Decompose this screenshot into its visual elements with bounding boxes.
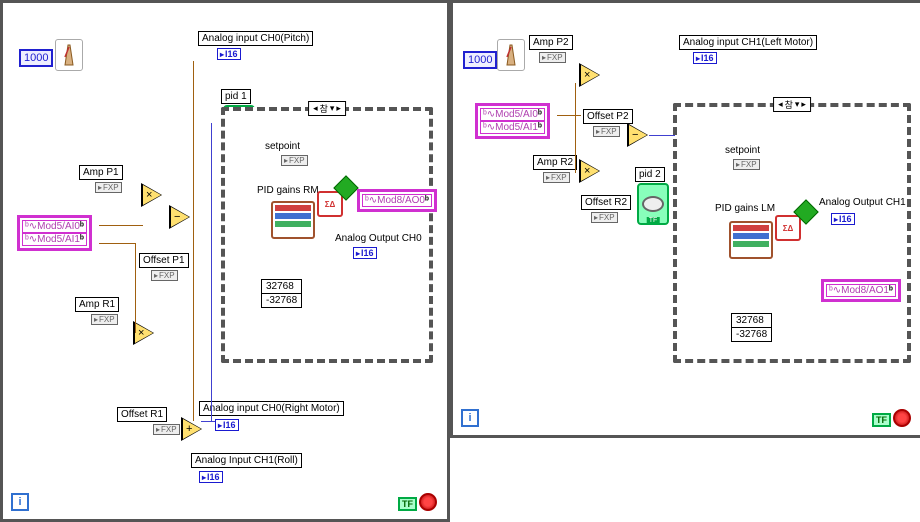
io-mod5-ai0: ᵇ∿Mod5/AI0ᵇ <box>22 220 87 233</box>
pid-gains-vi[interactable] <box>729 221 773 259</box>
i16-indicator: I16 <box>693 52 717 64</box>
chevron-down-icon[interactable]: ▾ <box>795 99 800 110</box>
case-value: 참 <box>785 98 793 111</box>
subtract-op-p: − <box>171 207 189 227</box>
case-structure-left: ◂ 참 ▾ ▸ setpoint FXP PID gains RM ΣΔ ᵇ∿M… <box>221 107 433 363</box>
multiply-op-p1: × <box>143 185 161 205</box>
add-op-r: + <box>183 419 201 439</box>
pid2-boolean-control[interactable]: TF <box>637 183 669 225</box>
pid2-label: pid 2 <box>635 167 665 182</box>
io-mod5-ai0: ᵇ∿Mod5/AI0ᵇ <box>480 108 545 121</box>
case-value: 참 <box>320 102 328 115</box>
i16-indicator: I16 <box>831 213 855 225</box>
range-lo: -32768 <box>262 294 301 307</box>
pid-gains-rm-label: PID gains RM <box>257 185 319 196</box>
amp-p1-label: Amp P1 <box>79 165 123 180</box>
io-line: ᵇ∿Mod8/AO1ᵇ <box>826 284 896 297</box>
wait-ms-constant: 1000 <box>19 49 53 67</box>
io-mod8-ao0[interactable]: ᵇ∿Mod8/AO0ᵇ <box>357 189 437 212</box>
range-constants: 32768 -32768 <box>731 313 772 342</box>
amp-r1-label: Amp R1 <box>75 297 119 312</box>
amp-p2-label: Amp P2 <box>529 35 573 50</box>
pid-gains-vi[interactable] <box>271 201 315 239</box>
io-mod5-ai1: ᵇ∿Mod5/AI1ᵇ <box>22 233 87 246</box>
case-structure-right: ◂ 참 ▾ ▸ setpoint FXP PID gains LM ΣΔ Ana… <box>673 103 911 363</box>
analog-output-ch0-label: Analog Output CH0 <box>335 233 422 244</box>
pid-sigma-icon: ΣΔ <box>317 191 343 217</box>
wait-metronome-icon <box>55 39 83 71</box>
chevron-right-icon[interactable]: ▸ <box>336 103 341 114</box>
fxp-indicator: FXP <box>539 52 566 63</box>
fxp-indicator: FXP <box>151 270 178 281</box>
offset-r1-label: Offset R1 <box>117 407 167 422</box>
io-line: ᵇ∿Mod8/AO0ᵇ <box>362 194 432 207</box>
fxp-indicator: FXP <box>593 126 620 137</box>
range-constants: 32768 -32768 <box>261 279 302 308</box>
analog-input-pitch-label: Analog input CH0(Pitch) <box>198 31 313 46</box>
i16-indicator: I16 <box>199 471 223 483</box>
pid1-label: pid 1 <box>221 89 251 104</box>
left-loop-panel: 1000 Analog input CH0(Pitch) I16 pid 1 T… <box>0 0 450 522</box>
amp-r2-label: Amp R2 <box>533 155 577 170</box>
i16-indicator: I16 <box>353 247 377 259</box>
fxp-indicator: FXP <box>91 314 118 325</box>
offset-p1-label: Offset P1 <box>139 253 189 268</box>
fxp-indicator: FXP <box>153 424 180 435</box>
analog-output-ch1-label: Analog Output CH1 <box>819 197 906 208</box>
tf-label: TF <box>647 217 660 224</box>
offset-r2-label: Offset R2 <box>581 195 631 210</box>
analog-input-left-label: Analog input CH1(Left Motor) <box>679 35 817 50</box>
chevron-down-icon[interactable]: ▾ <box>330 103 335 114</box>
range-lo: -32768 <box>732 328 771 341</box>
multiply-op-r2: × <box>581 161 599 181</box>
multiply-op-r1: × <box>135 323 153 343</box>
stop-icon[interactable] <box>419 493 437 511</box>
range-hi: 32768 <box>732 314 771 328</box>
fxp-indicator: FXP <box>95 182 122 193</box>
analog-input-right-label: Analog input CH0(Right Motor) <box>199 401 344 416</box>
multiply-op-p2: × <box>581 65 599 85</box>
loop-iteration-icon: i <box>461 409 479 427</box>
io-mod5-ai-cluster-right[interactable]: ᵇ∿Mod5/AI0ᵇ ᵇ∿Mod5/AI1ᵇ <box>475 103 550 139</box>
stop-icon[interactable] <box>893 409 911 427</box>
io-mod5-ai1: ᵇ∿Mod5/AI1ᵇ <box>480 121 545 134</box>
setpoint-label: setpoint <box>265 141 300 152</box>
pid-sigma-icon: ΣΔ <box>775 215 801 241</box>
pid-gains-lm-label: PID gains LM <box>715 203 775 214</box>
fxp-indicator: FXP <box>733 159 760 170</box>
loop-iteration-icon: i <box>11 493 29 511</box>
chevron-right-icon[interactable]: ▸ <box>801 99 806 110</box>
fxp-indicator: FXP <box>591 212 618 223</box>
chevron-left-icon[interactable]: ◂ <box>778 99 783 110</box>
wait-ms-constant: 1000 <box>463 51 497 69</box>
setpoint-label: setpoint <box>725 145 760 156</box>
fxp-indicator: FXP <box>543 172 570 183</box>
io-mod5-ai-cluster-left[interactable]: ᵇ∿Mod5/AI0ᵇ ᵇ∿Mod5/AI1ᵇ <box>17 215 92 251</box>
right-loop-panel: 1000 Amp P2 FXP × Offset P2 FXP − ᵇ∿Mod5… <box>450 0 920 438</box>
chevron-left-icon[interactable]: ◂ <box>313 103 318 114</box>
wait-metronome-icon <box>497 39 525 71</box>
offset-p2-label: Offset P2 <box>583 109 633 124</box>
fxp-indicator: FXP <box>281 155 308 166</box>
tf-terminal: TF <box>398 497 417 511</box>
analog-input-roll-label: Analog Input CH1(Roll) <box>191 453 302 468</box>
subtract-op-p2: − <box>629 125 647 145</box>
range-hi: 32768 <box>262 280 301 294</box>
tf-terminal: TF <box>872 413 891 427</box>
i16-indicator: I16 <box>215 419 239 431</box>
case-selector[interactable]: ◂ 참 ▾ ▸ <box>773 97 811 112</box>
io-mod8-ao1[interactable]: ᵇ∿Mod8/AO1ᵇ <box>821 279 901 302</box>
i16-indicator: I16 <box>217 48 241 60</box>
case-selector[interactable]: ◂ 참 ▾ ▸ <box>308 101 346 116</box>
